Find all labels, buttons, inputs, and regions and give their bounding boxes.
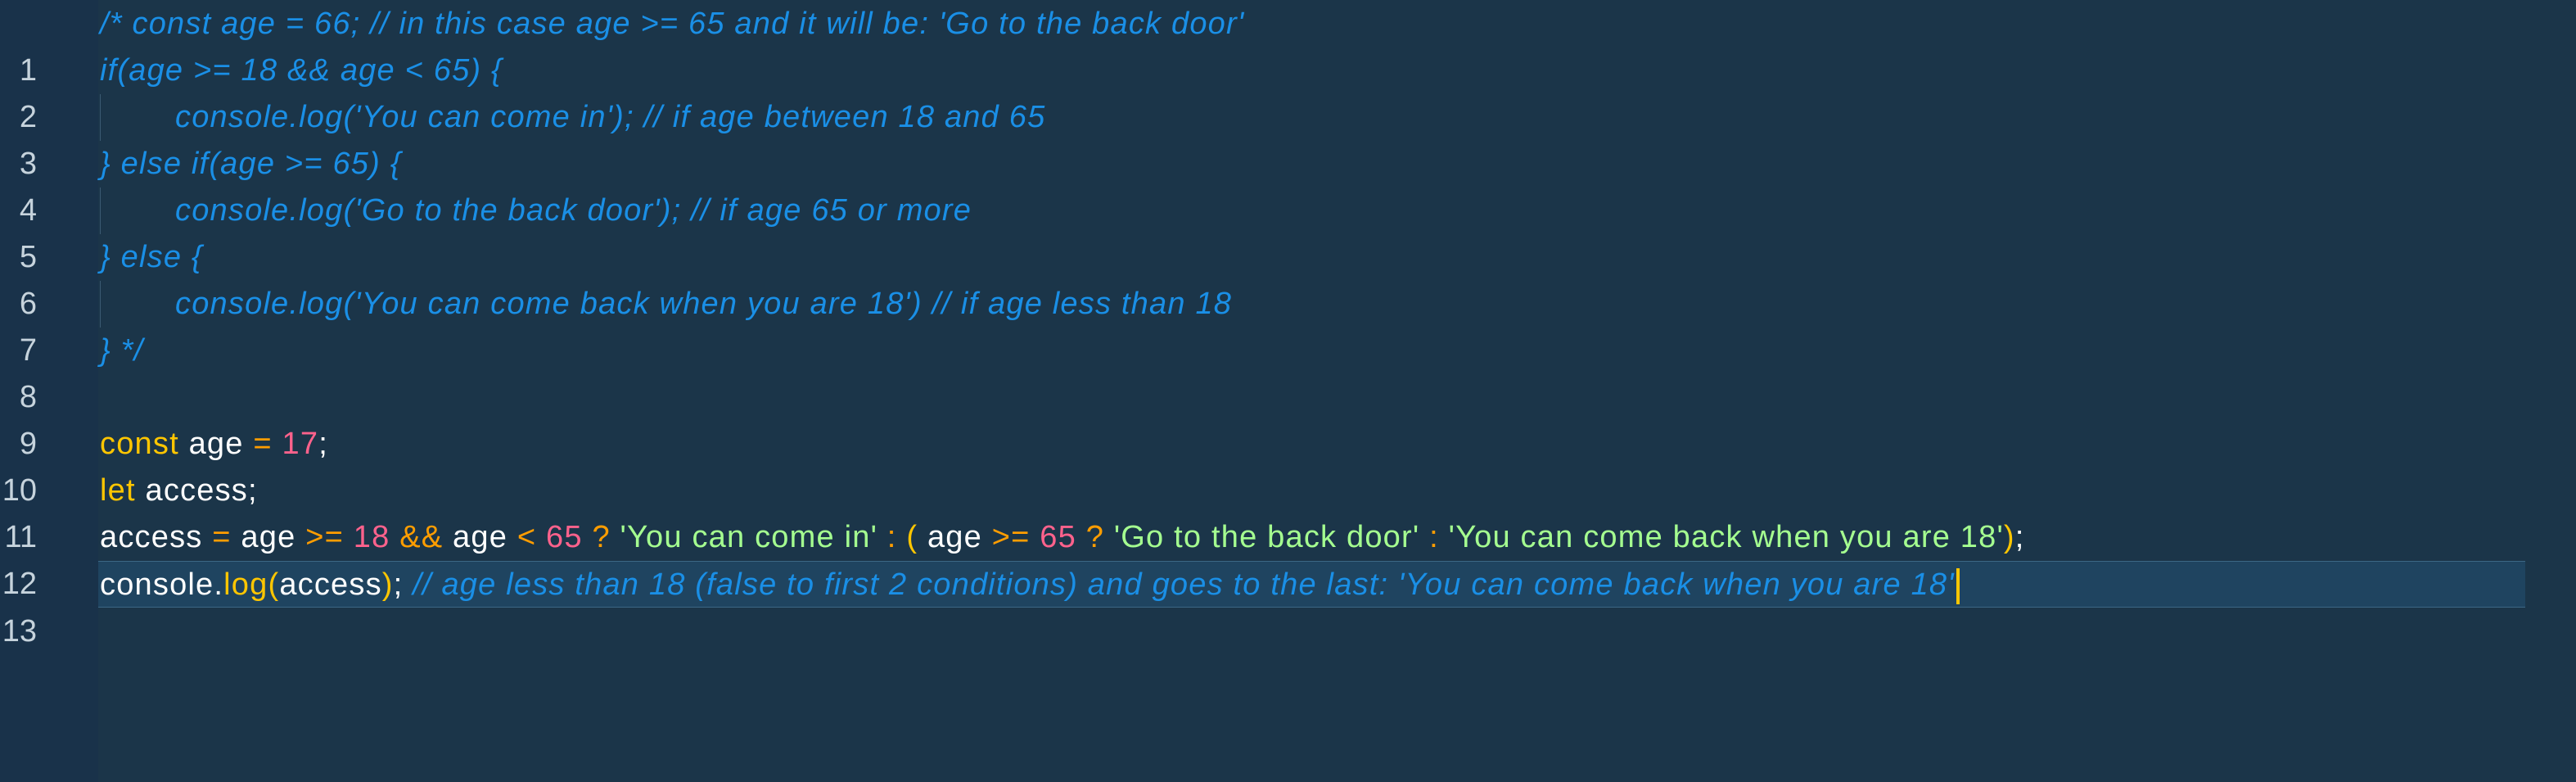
paren: ) <box>2003 520 2015 554</box>
code-text: let access; <box>100 468 258 514</box>
operator: && <box>399 520 444 554</box>
comment-text: } else if(age >= 65) { <box>100 147 402 181</box>
comment-text: /* const age = 66; // in this case age >… <box>100 7 1245 41</box>
operator: < <box>517 520 537 554</box>
semicolon: ; <box>247 473 258 508</box>
operator: ? <box>592 520 611 554</box>
string-literal: 'You can come back when you are 18' <box>1448 520 2004 554</box>
string-literal: 'Go to the back door' <box>1113 520 1420 554</box>
identifier: age <box>188 427 244 461</box>
code-line-13-active[interactable]: 13 console.log(access); // age less than… <box>2 561 2525 649</box>
code-line-2[interactable]: 2 if(age >= 18 && age < 65) { <box>0 47 2576 134</box>
identifier: access <box>100 520 203 554</box>
paren: ( <box>906 520 918 554</box>
number-literal: 65 <box>546 520 583 554</box>
identifier: access <box>279 567 382 602</box>
code-line-5[interactable]: 5 console.log('Go to the back door'); //… <box>0 188 2576 274</box>
identifier: access <box>145 473 248 508</box>
code-text: const age = 17; <box>100 421 328 468</box>
identifier: age <box>927 520 982 554</box>
number-literal: 65 <box>1040 520 1076 554</box>
operator: >= <box>305 520 344 554</box>
number-literal: 18 <box>353 520 390 554</box>
identifier: age <box>241 520 296 554</box>
code-line-10[interactable]: 10 const age = 17; <box>0 421 2576 508</box>
semicolon: ; <box>318 427 328 461</box>
comment-text: } else { <box>100 240 203 274</box>
code-line-11[interactable]: 11 let access; <box>0 468 2576 554</box>
indent-guide <box>100 188 101 234</box>
comment-text: // age less than 18 (false to first 2 co… <box>413 567 1955 602</box>
dot: . <box>214 567 224 602</box>
code-text: console.log(access); // age less than 18… <box>100 562 1960 608</box>
operator: : <box>1429 520 1439 554</box>
keyword-let: let <box>100 473 136 508</box>
identifier: console <box>100 567 214 602</box>
code-line-12[interactable]: 12 access = age >= 18 && age < 65 ? 'You… <box>0 514 2576 601</box>
string-literal: 'You can come in' <box>620 520 878 554</box>
code-line-7[interactable]: 7 console.log('You can come back when yo… <box>0 281 2576 368</box>
comment-text: console.log('You can come back when you … <box>175 287 1233 321</box>
operator: = <box>212 520 232 554</box>
keyword-const: const <box>100 427 179 461</box>
indent-guide <box>100 281 101 328</box>
code-line-8[interactable]: 8 } */ <box>0 328 2576 414</box>
comment-text: } */ <box>100 333 144 368</box>
identifier: age <box>453 520 508 554</box>
operator: ? <box>1085 520 1105 554</box>
paren: ( <box>268 567 280 602</box>
code-line-3[interactable]: 3 console.log('You can come in'); // if … <box>0 94 2576 181</box>
number-literal: 17 <box>282 427 319 461</box>
code-text: access = age >= 18 && age < 65 ? 'You ca… <box>100 514 2025 561</box>
operator: >= <box>991 520 1031 554</box>
semicolon: ; <box>393 567 404 602</box>
code-line-6[interactable]: 6 } else { <box>0 234 2576 321</box>
code-line-9[interactable]: 9 <box>0 374 2576 461</box>
comment-text: console.log('You can come in'); // if ag… <box>175 100 1046 134</box>
indent-guide <box>100 94 101 141</box>
code-editor[interactable]: 1 /* const age = 66; // in this case age… <box>0 0 2576 782</box>
operator: = <box>253 427 273 461</box>
comment-text: console.log('Go to the back door'); // i… <box>175 193 972 228</box>
code-line-4[interactable]: 4 } else if(age >= 65) { <box>0 141 2576 228</box>
text-cursor <box>1956 567 1960 604</box>
comment-text: if(age >= 18 && age < 65) { <box>100 53 503 88</box>
semicolon: ; <box>2014 520 2025 554</box>
code-line-1[interactable]: 1 /* const age = 66; // in this case age… <box>0 1 2576 88</box>
paren: ) <box>381 567 394 602</box>
line-number: 12 <box>2 567 37 601</box>
function-name: log <box>223 567 268 602</box>
operator: : <box>886 520 897 554</box>
line-number: 13 <box>2 614 37 649</box>
